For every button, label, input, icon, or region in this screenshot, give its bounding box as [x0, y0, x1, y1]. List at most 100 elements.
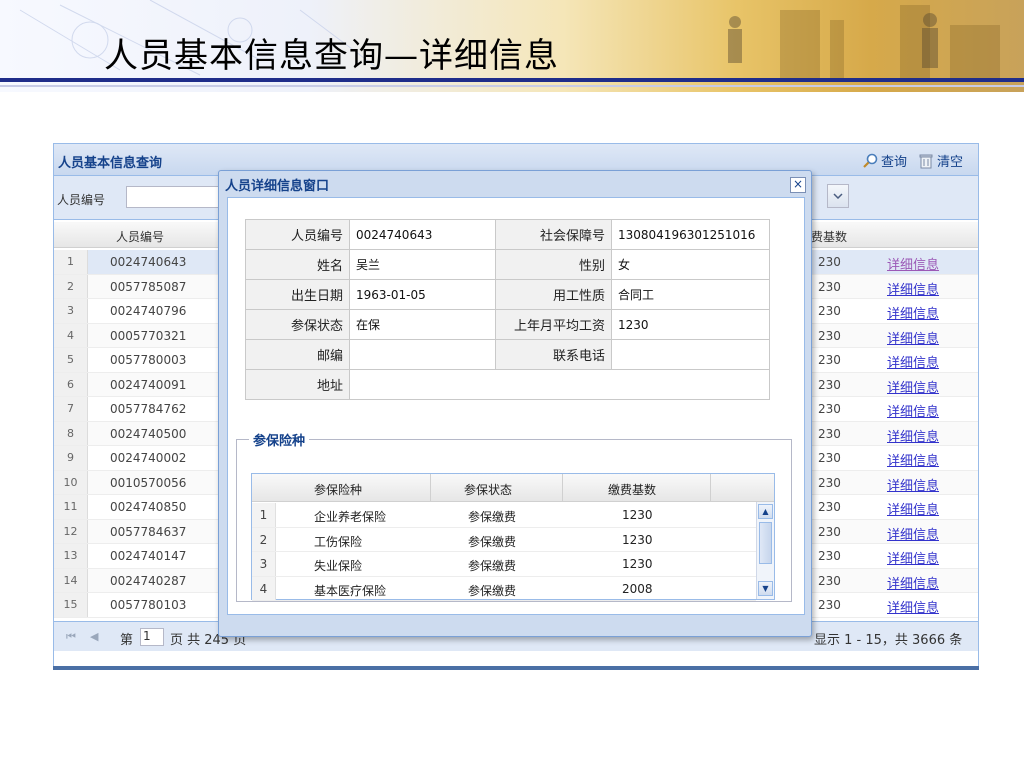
column-separator [430, 474, 431, 502]
detail-link[interactable]: 详细信息 [887, 426, 939, 445]
query-button[interactable]: 查询 [862, 151, 907, 170]
insurance-row[interactable]: 1 企业养老保险 参保缴费 1230 [252, 503, 756, 528]
row-number: 3 [252, 552, 276, 576]
person-id-cell: 0010570056 [110, 475, 187, 490]
employment-type-value: 合同工 [611, 279, 770, 310]
phone-label: 联系电话 [495, 339, 612, 370]
insurance-scrollbar[interactable]: ▲ ▼ [756, 502, 774, 599]
row-number: 4 [252, 576, 276, 600]
column-header-payment-base[interactable]: 缴费基数 [608, 481, 656, 498]
person-id-cell: 0057784637 [110, 524, 187, 539]
birth-label: 出生日期 [245, 279, 350, 310]
person-id-cell: 0057780103 [110, 598, 187, 612]
payment-base-cell: 1230 [622, 508, 653, 522]
clear-button[interactable]: 清空 [918, 151, 963, 170]
detail-link[interactable]: 详细信息 [887, 377, 939, 396]
payment-base-cell: 2008 [622, 581, 653, 596]
banner-rule-thin [0, 85, 1024, 87]
insurance-type-cell: 失业保险 [314, 559, 363, 573]
row-number: 8 [54, 421, 88, 445]
close-icon[interactable]: × [790, 177, 806, 193]
base-amount-cell: 230 [818, 353, 841, 367]
name-label: 姓名 [245, 249, 350, 280]
person-id-cell: 0024740500 [110, 426, 187, 441]
row-number: 10 [54, 470, 88, 494]
name-value: 吴兰 [349, 249, 496, 280]
person-id-cell: 0057784762 [110, 402, 187, 416]
person-id-cell: 0024740850 [110, 500, 187, 514]
person-id-value: 0024740643 [349, 219, 496, 250]
detail-link[interactable]: 详细信息 [887, 303, 939, 322]
insurance-legend: 参保险种 [253, 434, 306, 449]
insurance-row[interactable]: 4 基本医疗保险 参保缴费 2008 [252, 576, 756, 601]
person-info-table: 人员编号 0024740643 社会保障号 130804196301251016… [245, 219, 770, 400]
insurance-type-cell: 企业养老保险 [314, 510, 387, 524]
insured-status-value: 在保 [349, 309, 496, 340]
row-number: 6 [54, 372, 88, 396]
base-amount-cell: 230 [818, 451, 841, 465]
first-page-icon[interactable]: ⏮ [66, 630, 80, 644]
payment-base-cell: 1230 [622, 557, 653, 571]
insurance-row[interactable]: 2 工伤保险 参保缴费 1230 [252, 527, 756, 552]
column-separator [562, 474, 563, 502]
page-number-input[interactable]: 1 [140, 628, 164, 646]
person-id-cell: 0024740091 [110, 377, 187, 392]
phone-value [611, 339, 770, 370]
query-label: 查询 [881, 155, 908, 170]
insurance-type-cell: 工伤保险 [314, 534, 363, 549]
scroll-thumb[interactable] [759, 522, 772, 564]
row-number: 4 [54, 323, 88, 347]
window-body: 人员编号 0024740643 社会保障号 130804196301251016… [227, 197, 805, 615]
person-id-cell: 0024740147 [110, 549, 187, 563]
row-number: 7 [54, 397, 88, 421]
base-amount-cell: 230 [818, 475, 841, 490]
scroll-up-icon[interactable]: ▲ [758, 504, 773, 519]
search-label: 人员编号 [57, 193, 106, 207]
combo-dropdown-button[interactable] [827, 184, 849, 208]
row-number: 2 [54, 274, 88, 298]
base-amount-cell: 230 [818, 279, 841, 294]
person-id-label: 人员编号 [245, 219, 350, 250]
column-header-insurance-type[interactable]: 参保险种 [314, 481, 362, 498]
detail-link[interactable]: 详细信息 [887, 475, 939, 494]
column-header-person-id[interactable]: 人员编号 [116, 228, 164, 245]
person-id-cell: 0024740643 [110, 255, 187, 269]
trash-icon [919, 154, 933, 168]
row-number: 3 [54, 299, 88, 323]
scroll-down-icon[interactable]: ▼ [758, 581, 773, 596]
base-amount-cell: 230 [818, 549, 841, 563]
person-id-cell: 0057780003 [110, 353, 187, 367]
detail-link[interactable]: 详细信息 [887, 499, 939, 518]
column-header-insurance-status[interactable]: 参保状态 [464, 481, 512, 498]
base-amount-cell: 230 [818, 598, 841, 612]
detail-link[interactable]: 详细信息 [887, 573, 939, 592]
base-amount-cell: 230 [818, 255, 841, 269]
detail-link[interactable]: 详细信息 [887, 254, 939, 273]
chevron-down-icon [833, 193, 843, 199]
column-header-base-amount[interactable]: 费基数 [811, 228, 847, 245]
detail-link[interactable]: 详细信息 [887, 548, 939, 567]
prev-page-icon[interactable]: ◀ [90, 630, 104, 644]
detail-link[interactable]: 详细信息 [887, 597, 939, 616]
base-amount-cell: 230 [818, 377, 841, 392]
person-id-cell: 0024740002 [110, 451, 187, 465]
base-amount-cell: 230 [818, 524, 841, 539]
detail-link[interactable]: 详细信息 [887, 401, 939, 420]
insurance-row[interactable]: 3 失业保险 参保缴费 1230 [252, 552, 756, 577]
row-number: 2 [252, 527, 276, 551]
detail-link[interactable]: 详细信息 [887, 524, 939, 543]
row-number: 1 [54, 250, 88, 274]
gender-value: 女 [611, 249, 770, 280]
detail-link[interactable]: 详细信息 [887, 279, 939, 298]
postcode-value [349, 339, 496, 370]
postcode-label: 邮编 [245, 339, 350, 370]
base-amount-cell: 230 [818, 573, 841, 588]
detail-link[interactable]: 详细信息 [887, 328, 939, 347]
row-number: 1 [252, 503, 276, 527]
address-label: 地址 [245, 369, 350, 400]
insurance-status-cell: 参保缴费 [468, 583, 517, 598]
detail-link[interactable]: 详细信息 [887, 352, 939, 371]
detail-link[interactable]: 详细信息 [887, 450, 939, 469]
insurance-grid-header: 参保险种 参保状态 缴费基数 [252, 474, 774, 502]
base-amount-cell: 230 [818, 304, 841, 318]
